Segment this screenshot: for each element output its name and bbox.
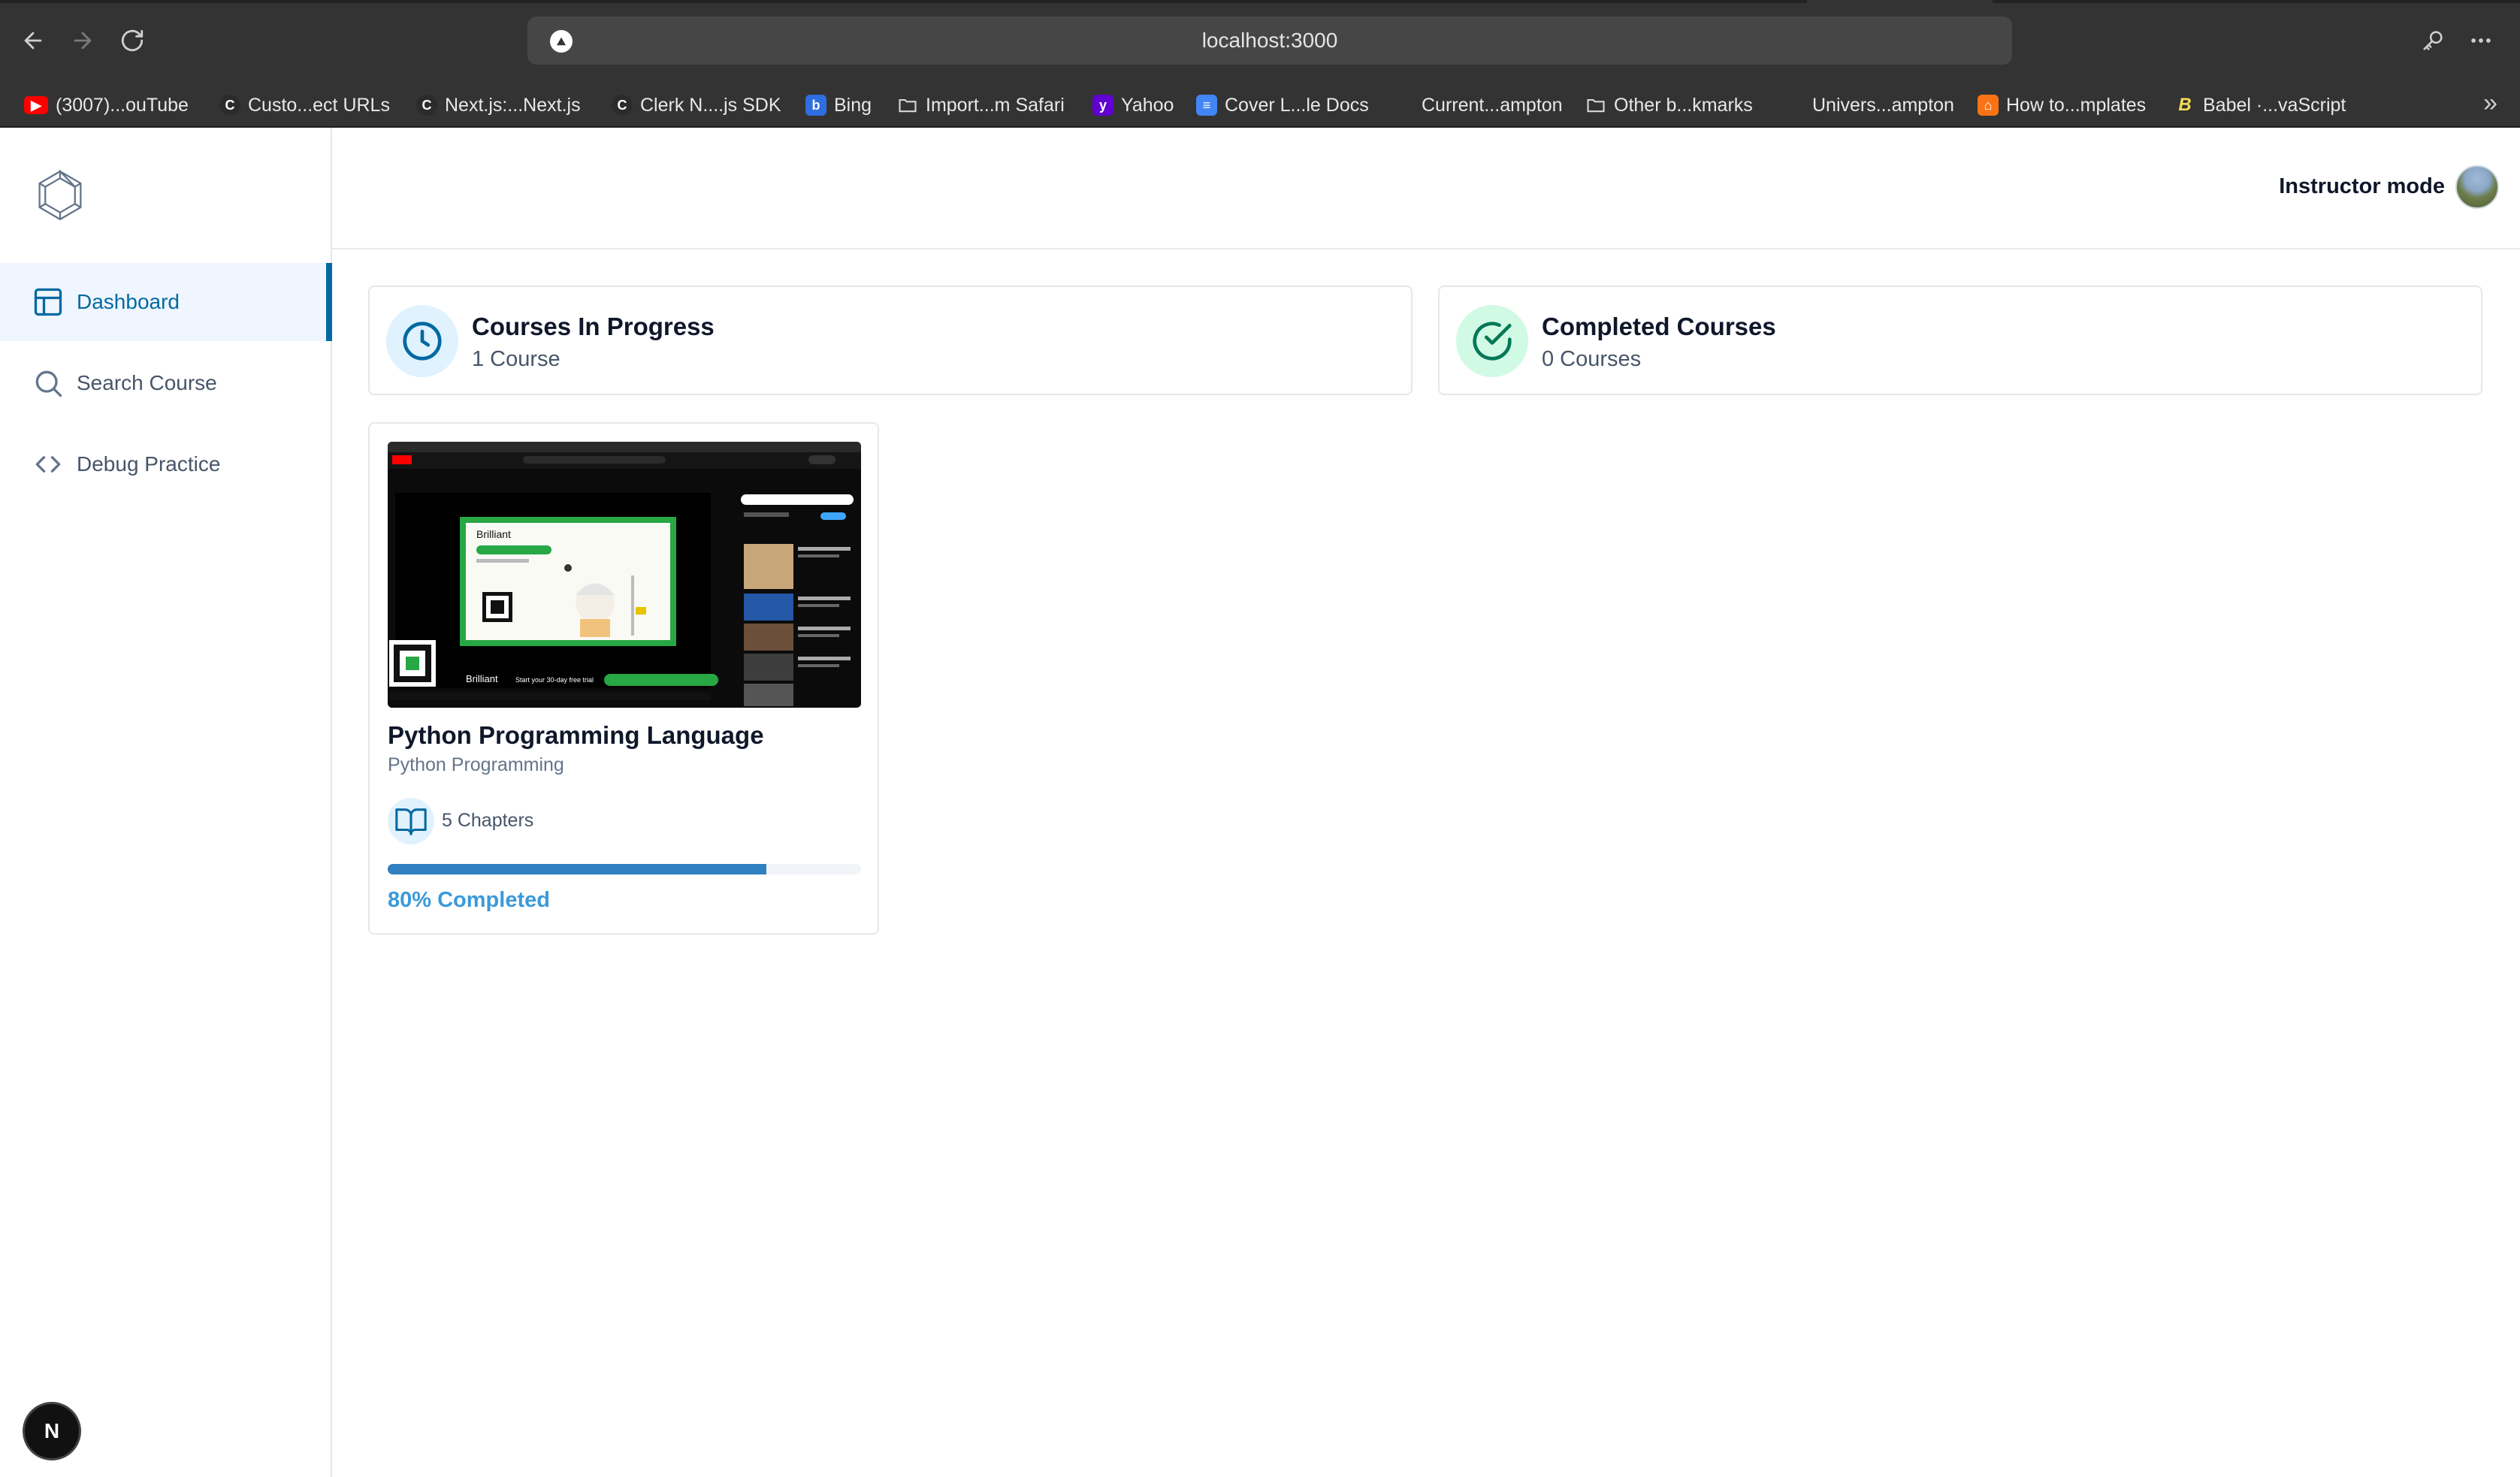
bookmark-label: Univers...ampton [1812, 94, 1954, 116]
course-title[interactable]: Python Programming Language [388, 721, 764, 750]
tab-strip [0, 0, 1807, 3]
stat-card-in-progress: Courses In Progress 1 Course [368, 285, 1413, 395]
more-menu-button[interactable] [2463, 23, 2499, 59]
bookmark-label: Import...m Safari [926, 94, 1065, 116]
arrow-left-icon [24, 32, 42, 50]
bookmark-how-to-templates[interactable]: ⌂ How to...mplates [1978, 90, 2146, 120]
reload-button[interactable] [114, 23, 150, 59]
bookmark-label: Clerk N....js SDK [640, 94, 781, 116]
bookmark-import-safari[interactable]: Import...m Safari [897, 90, 1065, 120]
search-icon [35, 370, 62, 397]
bookmark-label: How to...mplates [2006, 94, 2147, 116]
bookmark-label: Current...ampton [1422, 94, 1563, 116]
docs-icon: ≡ [1196, 95, 1217, 116]
sidebar: Dashboard Search Course Debug Practice N [0, 128, 332, 1477]
bookmark-nextjs[interactable]: C Next.js:...Next.js [416, 90, 581, 120]
more-horizontal-icon [2471, 38, 2491, 43]
tab-strip-right [1993, 0, 2520, 3]
bookmark-current[interactable]: Current...ampton [1422, 90, 1563, 120]
promo-brand: Brilliant [466, 673, 498, 684]
folder-icon [899, 98, 917, 113]
yahoo-icon: y [1092, 95, 1113, 116]
course-category: Python Programming [388, 754, 564, 775]
folder-icon [1587, 98, 1605, 113]
bookmark-university[interactable]: Univers...ampton [1812, 90, 1954, 120]
layout-icon [34, 288, 62, 316]
forward-button[interactable] [65, 23, 101, 59]
bookmark-other[interactable]: Other b...kmarks [1585, 90, 1753, 120]
bookmark-label: Babel ·...vaScript [2203, 94, 2346, 116]
address-bar[interactable]: localhost:3000 [527, 17, 2012, 65]
clerk-icon: C [416, 95, 437, 116]
url-text: localhost:3000 [1201, 29, 1338, 52]
bookmark-cover-letter[interactable]: ≡ Cover L...le Docs [1196, 90, 1369, 120]
key-icon [2423, 31, 2443, 50]
stat-card-completed: Completed Courses 0 Courses [1438, 285, 2482, 395]
book-open-icon [388, 798, 434, 844]
bookmark-label: Other b...kmarks [1614, 94, 1753, 116]
bookmark-label: Cover L...le Docs [1225, 94, 1369, 116]
sidebar-item-label: Search Course [77, 371, 217, 394]
back-button[interactable] [15, 23, 51, 59]
sidebar-item-search-course[interactable]: Search Course [0, 344, 332, 422]
sidebar-item-label: Debug Practice [77, 452, 221, 476]
stat-title: Courses In Progress [472, 313, 715, 340]
stat-title: Completed Courses [1542, 313, 1776, 340]
course-thumbnail: Brilliant Brilliant Start your 30-day fr… [388, 442, 861, 708]
orange-site-icon: ⌂ [1978, 95, 1999, 116]
clerk-icon: C [612, 95, 633, 116]
course-card[interactable]: Brilliant Brilliant Start your 30-day fr… [368, 422, 879, 935]
babel-icon: B [2178, 95, 2192, 115]
nextjs-dev-badge[interactable]: N [23, 1402, 81, 1460]
bookmark-label: Custo...ect URLs [248, 94, 390, 116]
bookmark-youtube[interactable]: ▶ (3007)...ouTube [24, 90, 189, 120]
avatar[interactable] [2455, 165, 2499, 209]
arrow-right-icon [74, 32, 92, 50]
bookmark-label: Bing [834, 94, 872, 116]
bookmark-label: Next.js:...Next.js [445, 94, 581, 116]
clock-icon [386, 305, 458, 377]
promo-cta: Start your 30-day free trial [515, 676, 594, 684]
bookmark-yahoo[interactable]: y Yahoo [1092, 90, 1174, 120]
youtube-icon: ▶ [24, 96, 48, 114]
code-icon [35, 456, 61, 473]
promo-title: Brilliant [476, 528, 511, 540]
instructor-mode-button[interactable]: Instructor mode [2279, 174, 2445, 199]
bing-icon: b [805, 95, 826, 116]
sidebar-item-dashboard[interactable]: Dashboard [0, 263, 332, 341]
site-info-icon[interactable] [550, 30, 573, 53]
video-screenshot-image: Brilliant Brilliant Start your 30-day fr… [388, 442, 861, 708]
key-button[interactable] [2415, 23, 2451, 59]
bookmarks-overflow-icon[interactable]: » [2483, 89, 2497, 118]
app-logo[interactable] [32, 167, 89, 224]
progress-label: 80% Completed [388, 888, 550, 912]
bookmark-babel[interactable]: B Babel ·...vaScript [2174, 90, 2346, 120]
progress-fill [388, 864, 766, 874]
top-header: Instructor mode [332, 128, 2520, 249]
stat-count: 0 Courses [1542, 347, 1642, 371]
stat-count: 1 Course [472, 347, 561, 371]
bookmark-label: (3007)...ouTube [56, 94, 189, 116]
clerk-icon: C [219, 95, 240, 116]
browser-toolbar: localhost:3000 [0, 0, 2520, 83]
bookmark-bing[interactable]: b Bing [805, 90, 872, 120]
chapters-count: 5 Chapters [442, 810, 534, 831]
bookmark-custom-urls[interactable]: C Custo...ect URLs [219, 90, 390, 120]
reload-icon [121, 29, 144, 52]
sidebar-item-debug-practice[interactable]: Debug Practice [0, 425, 332, 503]
bookmark-clerk[interactable]: C Clerk N....js SDK [612, 90, 781, 120]
progress-bar [388, 864, 861, 874]
sidebar-item-label: Dashboard [77, 290, 180, 313]
bookmarks-bar: ▶ (3007)...ouTube C Custo...ect URLs C N… [0, 83, 2520, 128]
bookmark-label: Yahoo [1121, 94, 1174, 116]
check-circle-icon [1456, 305, 1528, 377]
